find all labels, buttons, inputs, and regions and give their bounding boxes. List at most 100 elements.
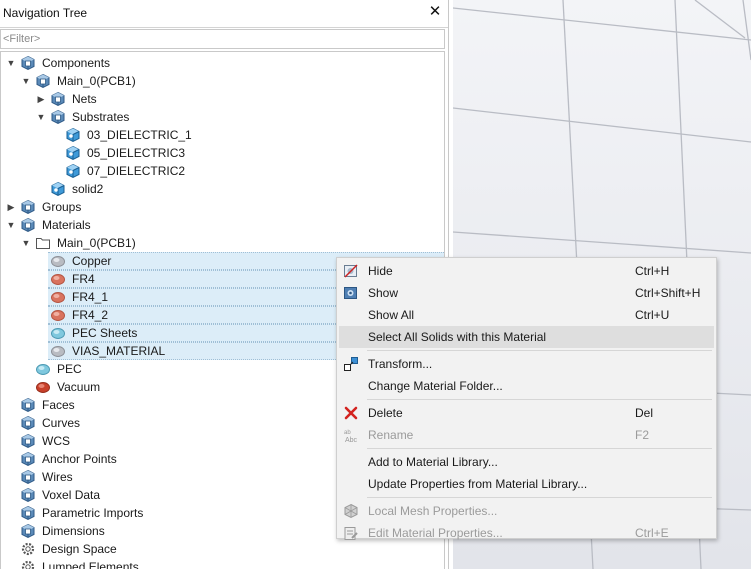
tree-item[interactable]: ▼ Main_0(PCB1) xyxy=(1,234,444,252)
delete-icon xyxy=(343,405,359,421)
tree-item-label: Curves xyxy=(42,416,81,430)
menu-item-label: Hide xyxy=(368,264,393,278)
menu-item-shortcut: F2 xyxy=(635,428,650,442)
panel-title-bar: Navigation Tree ✕ xyxy=(0,0,448,28)
menu-item-shortcut: Ctrl+U xyxy=(635,308,670,322)
material-copper-icon xyxy=(50,343,66,359)
tree-item[interactable]: ▼ Main_0(PCB1) xyxy=(1,72,444,90)
tree-item-label: 05_DIELECTRIC3 xyxy=(87,146,186,160)
menu-item-label: Show xyxy=(368,286,399,300)
menu-item-label: Delete xyxy=(368,406,403,420)
material-fr4-icon xyxy=(50,307,66,323)
cube-icon xyxy=(20,433,36,449)
cube-icon xyxy=(20,469,36,485)
menu-separator xyxy=(367,497,712,498)
solid-icon xyxy=(65,145,81,161)
cube-icon xyxy=(20,487,36,503)
menu-item[interactable]: Show All Ctrl+U xyxy=(339,304,714,326)
cube-icon xyxy=(20,523,36,539)
tree-item-label: Parametric Imports xyxy=(42,506,144,520)
expand-toggle-icon[interactable]: ▼ xyxy=(21,74,31,88)
tree-item-label: Copper xyxy=(72,254,112,268)
cube-icon xyxy=(20,505,36,521)
tree-item-label: FR4_1 xyxy=(72,290,109,304)
menu-item[interactable]: Select All Solids with this Material xyxy=(339,326,714,348)
cube-icon xyxy=(20,451,36,467)
tree-item-label: Anchor Points xyxy=(42,452,117,466)
filter-input[interactable] xyxy=(0,29,445,49)
menu-item-label: Edit Material Properties... xyxy=(368,526,503,540)
tree-item[interactable]: ▼ Materials xyxy=(1,216,444,234)
menu-item-label: Add to Material Library... xyxy=(368,455,498,469)
tree-item[interactable]: ▼ Components xyxy=(1,54,444,72)
collapse-toggle-icon[interactable]: ▶ xyxy=(6,200,16,214)
tree-item-label: FR4_2 xyxy=(72,308,109,322)
context-menu: Hide Ctrl+H Show Ctrl+Shift+H Show All Ctrl+U… xyxy=(336,257,717,541)
menu-item[interactable]: Delete Del xyxy=(339,402,714,424)
svg-text:Abc: Abc xyxy=(345,437,358,443)
tree-item-label: PEC xyxy=(57,362,82,376)
expand-toggle-icon[interactable]: ▼ xyxy=(6,218,16,232)
menu-item-label: Select All Solids with this Material xyxy=(368,330,547,344)
menu-item-label: Transform... xyxy=(368,357,433,371)
menu-item-shortcut: Del xyxy=(635,406,654,420)
menu-item[interactable]: Hide Ctrl+H xyxy=(339,260,714,282)
material-pec-sheet-icon xyxy=(35,361,51,377)
edit-properties-icon xyxy=(343,525,359,541)
menu-item: ab Abc Rename F2 xyxy=(339,424,714,446)
tree-item-label: PEC Sheets xyxy=(72,326,138,340)
expand-toggle-icon[interactable]: ▼ xyxy=(6,56,16,70)
menu-item[interactable]: Update Properties from Material Library.… xyxy=(339,473,714,495)
tree-item[interactable]: ▶ Groups xyxy=(1,198,444,216)
close-icon[interactable]: ✕ xyxy=(428,3,442,21)
tree-item-label: 03_DIELECTRIC_1 xyxy=(87,128,192,142)
folder-icon xyxy=(35,235,51,251)
menu-item-shortcut: Ctrl+H xyxy=(635,264,670,278)
tree-item[interactable]: 05_DIELECTRIC3 xyxy=(1,144,444,162)
menu-item[interactable]: Change Material Folder... xyxy=(339,375,714,397)
tree-item[interactable]: 03_DIELECTRIC_1 xyxy=(1,126,444,144)
cube-icon xyxy=(20,217,36,233)
tree-item-label: Main_0(PCB1) xyxy=(57,236,136,250)
tree-item-label: Substrates xyxy=(72,110,130,124)
tree-item-label: Voxel Data xyxy=(42,488,101,502)
tree-item-label: Materials xyxy=(42,218,91,232)
menu-item-label: Rename xyxy=(368,428,414,442)
rename-icon: ab Abc xyxy=(343,427,359,443)
tree-item[interactable]: ▼ Substrates xyxy=(1,108,444,126)
menu-item-label: Change Material Folder... xyxy=(368,379,503,393)
menu-item[interactable]: Add to Material Library... xyxy=(339,451,714,473)
collapse-toggle-icon[interactable]: ▶ xyxy=(36,92,46,106)
gear-icon xyxy=(20,541,36,557)
cube-icon xyxy=(20,199,36,215)
expand-toggle-icon[interactable]: ▼ xyxy=(21,236,31,250)
menu-item-shortcut: Ctrl+E xyxy=(635,526,669,540)
tree-item-label: Design Space xyxy=(42,542,117,556)
cube-icon xyxy=(50,91,66,107)
cube-icon xyxy=(20,55,36,71)
menu-item-shortcut: Ctrl+Shift+H xyxy=(635,286,701,300)
tree-item[interactable]: Lumped Elements xyxy=(1,558,444,569)
solid-icon xyxy=(50,181,66,197)
transform-icon xyxy=(343,356,359,372)
tree-item[interactable]: 07_DIELECTRIC2 xyxy=(1,162,444,180)
tree-item-label: Vacuum xyxy=(57,380,101,394)
tree-item[interactable]: solid2 xyxy=(1,180,444,198)
solid-icon xyxy=(65,127,81,143)
menu-item-label: Local Mesh Properties... xyxy=(368,504,498,518)
solid-icon xyxy=(65,163,81,179)
menu-item-label: Show All xyxy=(368,308,415,322)
hide-icon xyxy=(343,263,359,279)
cube-icon xyxy=(20,397,36,413)
tree-item[interactable]: ▶ Nets xyxy=(1,90,444,108)
tree-item-label: 07_DIELECTRIC2 xyxy=(87,164,186,178)
tree-item-label: VIAS_MATERIAL xyxy=(72,344,166,358)
tree-item-label: FR4 xyxy=(72,272,95,286)
expand-toggle-icon[interactable]: ▼ xyxy=(36,110,46,124)
menu-item[interactable]: Show Ctrl+Shift+H xyxy=(339,282,714,304)
menu-item: Local Mesh Properties... xyxy=(339,500,714,522)
material-fr4-icon xyxy=(50,271,66,287)
tree-item-label: Lumped Elements xyxy=(42,560,139,569)
menu-item[interactable]: Transform... xyxy=(339,353,714,375)
tree-item-label: solid2 xyxy=(72,182,104,196)
